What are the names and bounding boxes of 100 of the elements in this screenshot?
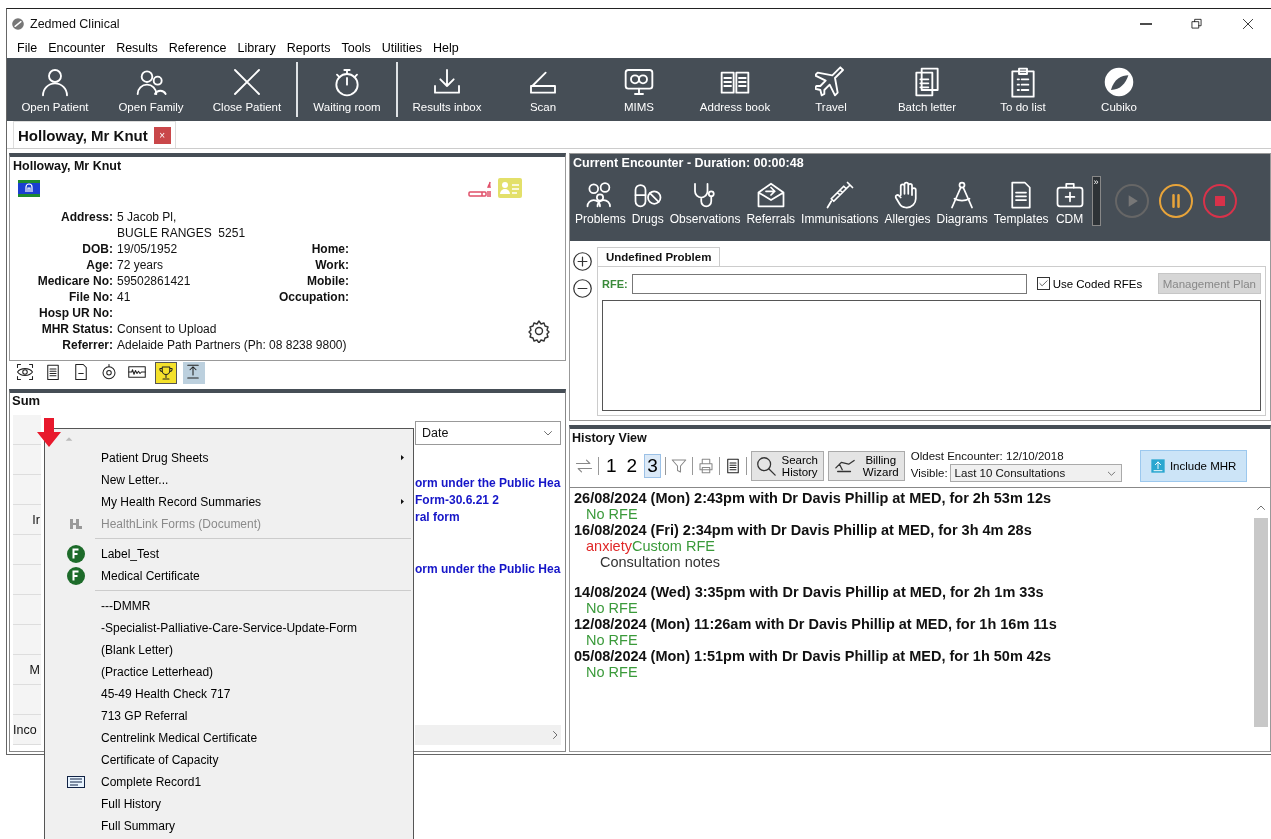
- encounter-heading[interactable]: 16/08/2024 (Fri) 2:34pm with Dr Davis Phillip at MED, for 3h 4m 28s: [574, 522, 1248, 538]
- notes-area[interactable]: [602, 300, 1261, 411]
- menu-item[interactable]: Library: [232, 41, 281, 55]
- menu-item[interactable]: (Practice Letterhead): [45, 661, 413, 683]
- menu-item[interactable]: ---DMMR: [45, 595, 413, 617]
- toolbar-button[interactable]: CDM: [1052, 180, 1087, 226]
- toolbar-button[interactable]: Immunisations: [799, 180, 881, 226]
- menu-item[interactable]: Full Summary: [45, 815, 413, 837]
- include-mhr-button[interactable]: Include MHR: [1139, 450, 1247, 482]
- table-cell: M: [29, 662, 41, 677]
- add-button[interactable]: [572, 251, 593, 272]
- toolbar-button[interactable]: Batch letter: [879, 58, 975, 121]
- sort-dropdown[interactable]: Date: [415, 421, 561, 445]
- sync-button[interactable]: [574, 456, 594, 476]
- toolbar-button[interactable]: [155, 362, 177, 385]
- minus-icon: [572, 278, 593, 299]
- rfe-text: No RFE: [585, 600, 639, 616]
- toolbar-button[interactable]: Scan: [495, 58, 591, 121]
- field-label: Work:: [314, 257, 349, 273]
- toolbar-button[interactable]: [183, 362, 205, 385]
- menu-item[interactable]: 713 GP Referral: [45, 705, 413, 727]
- menu-item[interactable]: New Letter...: [45, 469, 413, 491]
- pause-button[interactable]: [1158, 184, 1193, 218]
- toolbar-button[interactable]: Close Patient: [199, 58, 295, 121]
- menu-item[interactable]: Reference: [163, 41, 232, 55]
- rfe-text: No RFE: [585, 664, 639, 680]
- visible-dropdown[interactable]: Last 10 Consultations: [949, 464, 1122, 482]
- upload-icon: [184, 363, 202, 382]
- remove-button[interactable]: [572, 278, 593, 299]
- scrollbar[interactable]: [415, 725, 561, 745]
- problem-tab[interactable]: Undefined Problem: [597, 247, 721, 266]
- medical-case-icon: [1054, 180, 1085, 210]
- document-link[interactable]: orm under the Public Hea: [415, 475, 561, 492]
- use-coded-rfes-checkbox[interactable]: Use Coded RFEs: [1036, 277, 1143, 290]
- overflow-button[interactable]: »: [1091, 176, 1101, 226]
- document-link[interactable]: ral form: [415, 509, 561, 526]
- menu-item[interactable]: Tools: [336, 41, 376, 55]
- form-icon: [67, 545, 85, 563]
- menu-item[interactable]: Help: [428, 41, 464, 55]
- menu-item[interactable]: Encounter: [43, 41, 111, 55]
- toolbar-button[interactable]: Drugs: [629, 180, 666, 226]
- encounter-heading[interactable]: 12/08/2024 (Mon) 11:26am with Dr Davis Phillip at MED, for 1h 16m 11s: [574, 616, 1248, 632]
- toolbar-button[interactable]: Templates: [991, 180, 1051, 226]
- rfe-field[interactable]: [631, 273, 1027, 294]
- form-icon: [67, 776, 85, 788]
- billing-wizard-button[interactable]: Billing Wizard: [827, 451, 905, 481]
- menu-item[interactable]: Certificate of Capacity: [45, 749, 413, 771]
- menu-item[interactable]: (Blank Letter): [45, 639, 413, 661]
- menu-item[interactable]: -Specialist-Palliative-Care-Service-Update-Form: [45, 617, 413, 639]
- oldest-encounter-text: Oldest Encounter: 12/10/2018: [910, 450, 1065, 462]
- filter-button[interactable]: [669, 457, 688, 475]
- page-button[interactable]: 2: [623, 454, 641, 478]
- toolbar-button[interactable]: Cubiko: [1071, 58, 1167, 121]
- print-button[interactable]: [696, 457, 715, 475]
- encounter-heading[interactable]: 26/08/2024 (Mon) 2:43pm with Dr Davis Phillip at MED, for 2h 53m 12s: [574, 490, 1248, 506]
- toolbar-button[interactable]: To do list: [975, 58, 1071, 121]
- menu-item[interactable]: Results: [111, 41, 163, 55]
- toolbar-button[interactable]: Results inbox: [399, 58, 495, 121]
- submenu-arrow-icon: [398, 453, 407, 462]
- plane-icon: [815, 66, 847, 98]
- document-link[interactable]: Form-30.6.21 2: [415, 492, 561, 509]
- menu-item[interactable]: File: [12, 41, 43, 55]
- encounter-heading[interactable]: 05/08/2024 (Mon) 1:51pm with Dr Davis Phillip at MED, for 1h 50m 42s: [574, 648, 1248, 664]
- page-button[interactable]: 3: [644, 454, 661, 478]
- menu-item[interactable]: My Health Record Summaries: [45, 491, 413, 513]
- document-link[interactable]: orm under the Public Hea: [415, 561, 561, 578]
- toolbar-button[interactable]: Waiting room: [299, 58, 395, 121]
- toolbar-button[interactable]: Diagrams: [934, 180, 990, 226]
- menu-item[interactable]: Label_Test: [45, 543, 413, 565]
- trophy-icon: [157, 364, 175, 383]
- search-history-button[interactable]: Search History: [750, 451, 824, 481]
- menu-item[interactable]: Centrelink Medical Certificate: [45, 727, 413, 749]
- menu-item[interactable]: Complete Record1: [45, 771, 413, 793]
- menu-item[interactable]: Full History: [45, 793, 413, 815]
- toolbar-button[interactable]: Allergies: [882, 180, 933, 226]
- toolbar-button[interactable]: Address book: [687, 58, 783, 121]
- menu-item[interactable]: Reports: [281, 41, 336, 55]
- encounter-heading[interactable]: 14/08/2024 (Wed) 3:35pm with Dr Davis Phillip at MED, for 2h 1m 33s: [574, 584, 1248, 600]
- menu-item[interactable]: 45-49 Health Check 717: [45, 683, 413, 705]
- toolbar-button[interactable]: Referrals: [744, 180, 798, 226]
- field-value: 41: [117, 290, 131, 304]
- close-icon: [1241, 16, 1255, 31]
- page-button[interactable]: 1: [603, 454, 620, 478]
- menu-item[interactable]: Medical Certificate: [45, 565, 413, 587]
- close-tab-button[interactable]: ×: [153, 126, 171, 144]
- field-label: Address:: [60, 209, 113, 225]
- toolbar-button[interactable]: Travel: [783, 58, 879, 121]
- toolbar-button[interactable]: Open Patient: [7, 58, 103, 121]
- menu-item[interactable]: Patient Drug Sheets: [45, 447, 413, 469]
- toolbar-button[interactable]: Observations: [667, 180, 743, 226]
- menu-item[interactable]: Utilities: [376, 41, 427, 55]
- toolbar-button[interactable]: MIMS: [591, 58, 687, 121]
- field-label: DOB:: [81, 241, 113, 257]
- toolbar-button[interactable]: Problems: [573, 180, 628, 226]
- patient-tab[interactable]: Holloway, Mr Knut ×: [13, 121, 176, 148]
- app-logo-icon: [11, 16, 25, 31]
- visible-label: Visible:: [910, 467, 948, 479]
- field-value: 59502861421: [117, 274, 191, 288]
- patient-name: Holloway, Mr Knut: [13, 159, 123, 173]
- toolbar-button[interactable]: Open Family: [103, 58, 199, 121]
